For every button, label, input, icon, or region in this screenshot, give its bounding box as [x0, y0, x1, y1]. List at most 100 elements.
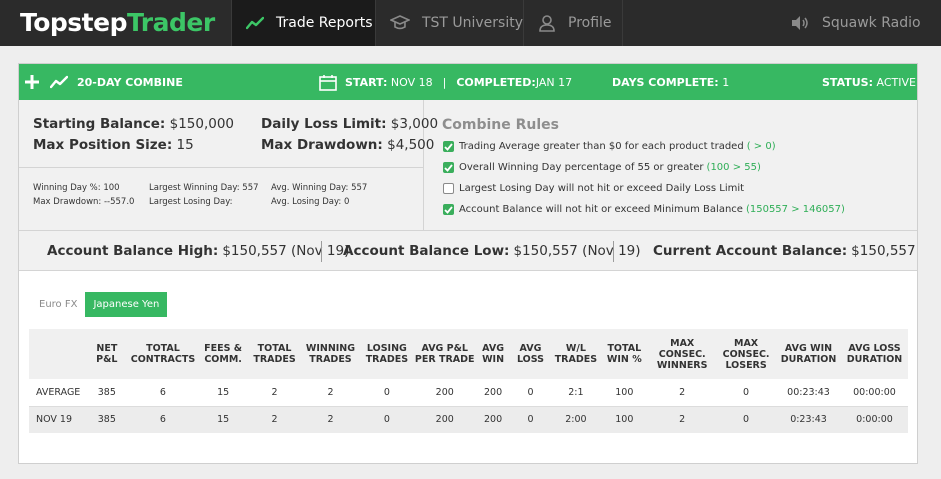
calendar-icon: [319, 74, 337, 91]
table-cell: 0: [509, 379, 552, 407]
largest-losing-day: Largest Losing Day:: [149, 197, 233, 207]
tab-euro-fx[interactable]: Euro FX: [31, 292, 85, 317]
table-cell: 6: [128, 379, 198, 407]
table-cell: 100: [600, 406, 649, 433]
table-cell: 2: [249, 379, 301, 407]
combine-rules-title: Combine Rules: [442, 117, 560, 133]
rule-item[interactable]: Overall Winning Day percentage of 55 or …: [443, 162, 761, 173]
table-cell: 385: [84, 379, 129, 407]
table-cell: 0: [716, 406, 777, 433]
starting-balance-label: Starting Balance:: [33, 116, 166, 132]
table-cell: 6: [128, 406, 198, 433]
table-cell: 0: [360, 379, 413, 407]
rule-item[interactable]: Account Balance will not hit or exceed M…: [443, 204, 845, 215]
max-position-label: Max Position Size:: [33, 137, 173, 153]
table-cell: 2: [648, 406, 717, 433]
rule-note: ( > 0): [746, 141, 776, 152]
nav-tst-university[interactable]: TST University: [375, 0, 523, 46]
table-cell: 15: [197, 379, 250, 407]
max-drawdown-value: $4,500: [387, 137, 435, 153]
max-drawdown-label: Max Drawdown:: [261, 137, 383, 153]
status-value: ACTIVE: [876, 75, 916, 89]
completed-value: JAN 17: [535, 75, 573, 89]
table-cell: 0: [509, 406, 552, 433]
rule-text: Trading Average greater than $0 for each…: [459, 141, 744, 152]
brand-logo-part1: Topstep: [20, 8, 128, 37]
combine-title: 20-DAY COMBINE: [50, 64, 183, 100]
days-complete: DAYS COMPLETE: 1: [612, 64, 729, 100]
expand-button[interactable]: [25, 64, 39, 100]
start-value: NOV 18: [390, 75, 433, 89]
brand-logo[interactable]: TopstepTrader: [20, 8, 215, 38]
rule-text: Largest Losing Day will not hit or excee…: [459, 183, 745, 194]
table-header: AVG LOSS DURATION: [840, 329, 908, 379]
nav-trade-reports-label: Trade Reports: [276, 15, 373, 31]
trade-stats-table: NET P&L TOTAL CONTRACTS FEES & COMM. TOT…: [29, 329, 908, 433]
table-header: LOSING TRADES: [360, 329, 413, 379]
daily-loss-limit-value: $3,000: [390, 116, 439, 132]
rule-text: Overall Winning Day percentage of 55 or …: [459, 162, 704, 173]
winning-day-pct: Winning Day %: 100: [33, 183, 120, 193]
balance-low-value: $150,557 (Nov 19): [513, 243, 641, 259]
checkbox-checked-icon[interactable]: [443, 162, 454, 173]
table-cell: 0:23:43: [776, 406, 841, 433]
balance-divider: [321, 241, 322, 262]
table-cell: 385: [84, 406, 129, 433]
nav-profile[interactable]: Profile: [523, 0, 623, 46]
current-account-balance: Current Account Balance: $150,557: [653, 231, 916, 271]
balance-high-label: Account Balance High:: [47, 243, 219, 259]
table-header: [29, 329, 85, 379]
table-cell: 200: [476, 406, 510, 433]
header-separator: |: [442, 75, 447, 89]
checkbox-checked-icon[interactable]: [443, 204, 454, 215]
table-header: NET P&L: [84, 329, 129, 379]
max-position-size: Max Position Size: 15: [33, 137, 194, 153]
trend-line-icon: [246, 16, 264, 30]
table-header: MAX CONSEC. WINNERS: [648, 329, 717, 379]
avg-winning-day: Avg. Winning Day: 557: [271, 183, 368, 193]
table-cell: 2:1: [551, 379, 601, 407]
plus-icon: [25, 75, 39, 89]
stats-section: Starting Balance: $150,000 Daily Loss Li…: [19, 100, 917, 231]
checkbox-unchecked-icon[interactable]: [443, 183, 454, 194]
tab-japanese-yen[interactable]: Japanese Yen: [85, 292, 168, 317]
product-tabs: Euro FX Japanese Yen: [31, 292, 168, 317]
combine-panel: 20-DAY COMBINE START: NOV 18 | COMPLETED…: [18, 63, 918, 464]
current-balance-value: $150,557: [851, 243, 916, 259]
table-header: TOTAL TRADES: [249, 329, 301, 379]
graduation-cap-icon: [390, 15, 410, 30]
table-cell: 2:00: [551, 406, 601, 433]
balance-high-value: $150,557 (Nov 19): [222, 243, 350, 259]
table-row: NOV 19 385 6 15 2 2 0 200 200 0 2:00 100…: [29, 406, 908, 433]
table-header: TOTAL WIN %: [600, 329, 649, 379]
table-cell: 2: [300, 406, 361, 433]
checkbox-checked-icon[interactable]: [443, 141, 454, 152]
combine-dates: START: NOV 18 | COMPLETED: JAN 17: [319, 64, 572, 100]
table-cell: 0: [716, 379, 777, 407]
nav-trade-reports[interactable]: Trade Reports: [231, 0, 375, 46]
rule-item[interactable]: Largest Losing Day will not hit or excee…: [443, 183, 744, 194]
table-row: AVERAGE 385 6 15 2 2 0 200 200 0 2:1 100…: [29, 379, 908, 407]
account-balance-high: Account Balance High: $150,557 (Nov 19): [47, 231, 349, 271]
days-complete-value: 1: [722, 75, 730, 89]
starting-balance-value: $150,000: [169, 116, 235, 132]
table-cell: 00:23:43: [776, 379, 841, 407]
nav-squawk-radio[interactable]: Squawk Radio: [790, 0, 930, 46]
nav-squawk-radio-label: Squawk Radio: [822, 15, 921, 31]
table-cell: NOV 19: [29, 406, 85, 433]
trend-line-icon: [50, 75, 68, 89]
combine-status: STATUS: ACTIVE: [822, 64, 916, 100]
table-cell: AVERAGE: [29, 379, 85, 407]
brand-logo-part2: Trader: [127, 8, 215, 37]
table-header: MAX CONSEC. LOSERS: [716, 329, 777, 379]
balance-low-label: Account Balance Low:: [343, 243, 510, 259]
starting-balance: Starting Balance: $150,000: [33, 116, 234, 132]
table-header: AVG WIN DURATION: [776, 329, 841, 379]
table-cell: 0: [360, 406, 413, 433]
balance-bar: Account Balance High: $150,557 (Nov 19) A…: [19, 231, 917, 271]
combine-header-bar: 20-DAY COMBINE START: NOV 18 | COMPLETED…: [19, 64, 917, 100]
daily-loss-limit: Daily Loss Limit: $3,000: [261, 116, 438, 132]
rule-item[interactable]: Trading Average greater than $0 for each…: [443, 141, 776, 152]
account-balance-low: Account Balance Low: $150,557 (Nov 19): [343, 231, 641, 271]
table-cell: 2: [300, 379, 361, 407]
